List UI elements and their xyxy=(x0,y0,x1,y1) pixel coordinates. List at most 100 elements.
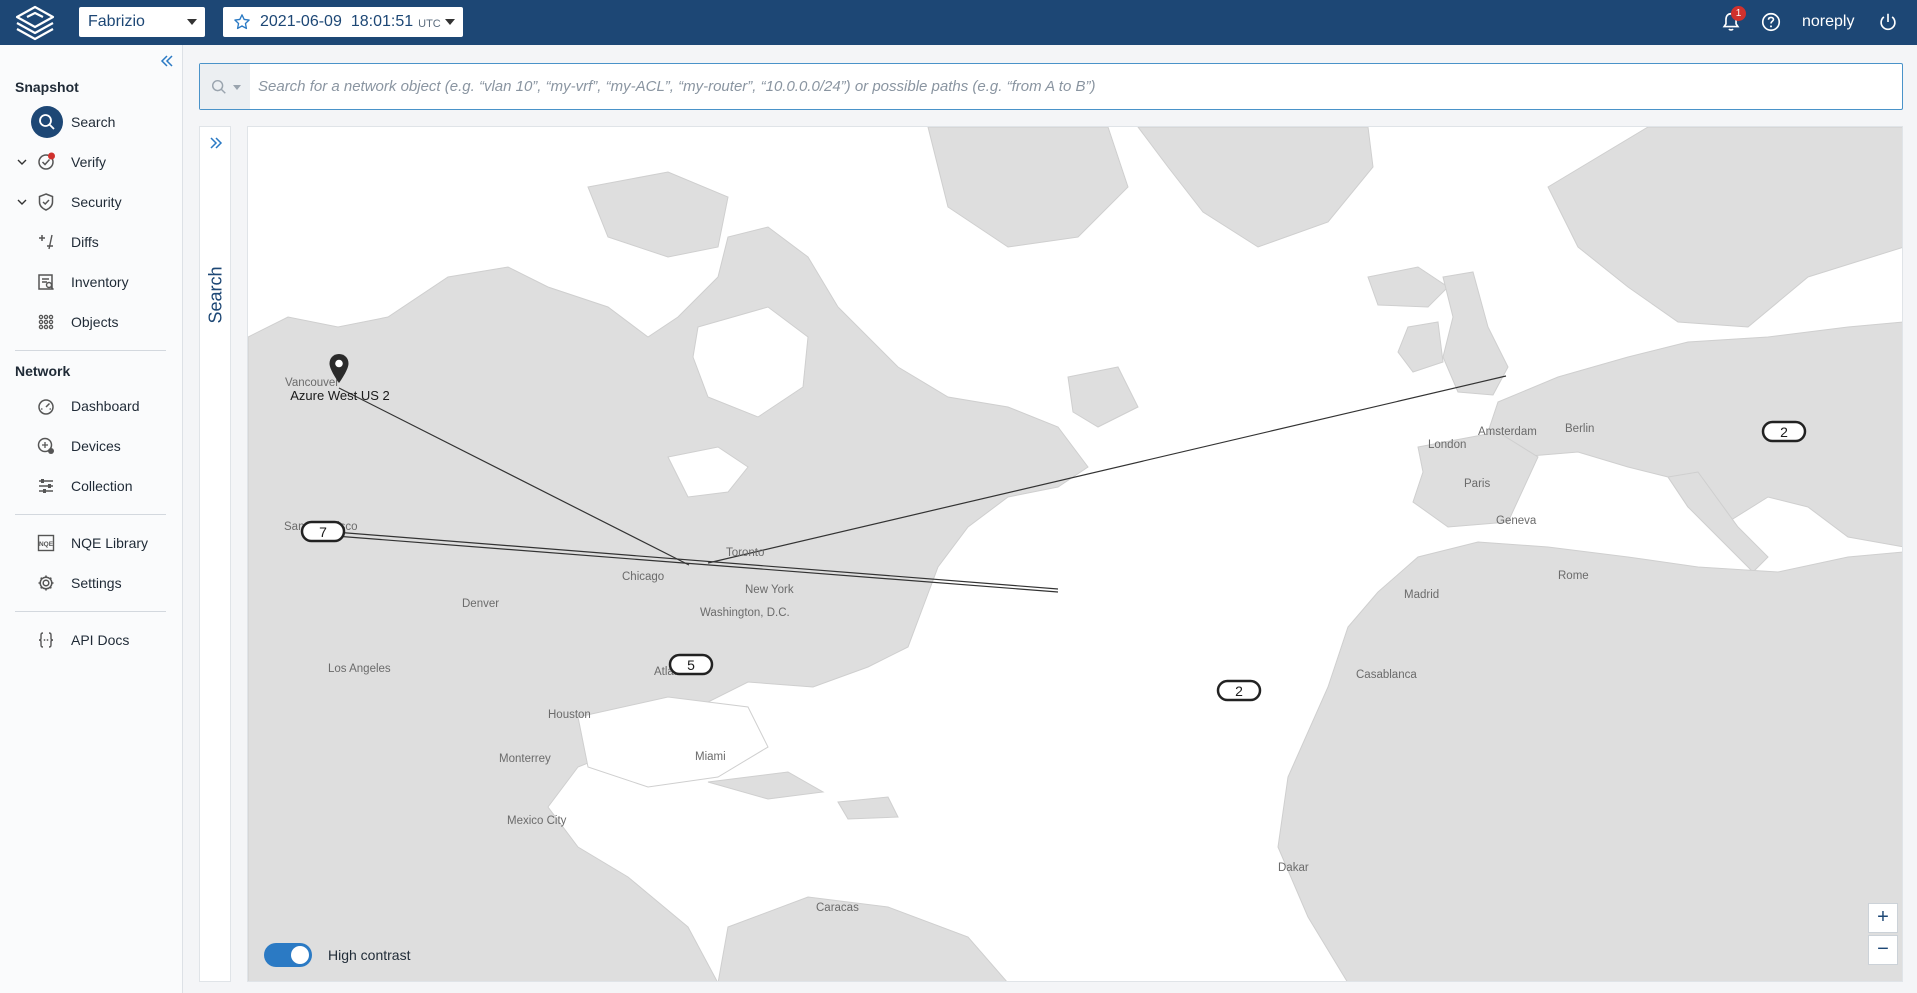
cluster-marker-sf[interactable]: 7 xyxy=(300,520,348,544)
sidebar-item-settings[interactable]: Settings xyxy=(0,565,182,601)
notification-badge: 1 xyxy=(1731,6,1746,21)
land-hispaniola xyxy=(837,796,899,820)
zoom-in-button[interactable]: + xyxy=(1868,903,1898,933)
chevron-down-icon[interactable] xyxy=(16,196,28,208)
code-braces-icon xyxy=(38,632,54,648)
land-baffin xyxy=(927,127,1129,248)
zoom-out-button[interactable]: − xyxy=(1868,935,1898,965)
shield-icon xyxy=(38,193,54,211)
sidebar-item-label: Diffs xyxy=(71,234,99,250)
top-bar: Fabrizio 2021-06-09 18:01:51 UTC 1 norep… xyxy=(0,0,1917,45)
land-ireland xyxy=(1397,321,1444,373)
sidebar-item-label: NQE Library xyxy=(71,535,149,551)
sidebar-item-label: Search xyxy=(71,114,116,130)
land-newfoundland xyxy=(1067,366,1139,428)
cluster-count: 2 xyxy=(1235,683,1243,699)
sidebar-item-objects[interactable]: Objects xyxy=(0,304,182,340)
cluster-count: 2 xyxy=(1780,424,1788,440)
section-title-network: Network xyxy=(15,363,71,379)
sidebar-item-label: Security xyxy=(71,194,122,210)
grid-icon xyxy=(38,314,54,330)
sidebar-item-label: API Docs xyxy=(71,632,130,648)
sidebar-item-collection[interactable]: Collection xyxy=(0,468,182,504)
username[interactable]: noreply xyxy=(1802,13,1854,31)
cluster-marker-atlanta[interactable]: 5 xyxy=(668,653,716,677)
land-south-america xyxy=(717,896,1007,981)
sidebar-item-devices[interactable]: Devices xyxy=(0,428,182,464)
snapshot-timezone: UTC xyxy=(418,17,441,30)
snapshot-date: 2021-06-09 xyxy=(260,13,342,30)
land-cuba xyxy=(707,771,825,800)
sidebar-item-dashboard[interactable]: Dashboard xyxy=(0,388,182,424)
search-bar xyxy=(199,63,1903,110)
chevron-down-icon xyxy=(445,19,455,25)
land-scandinavia xyxy=(1547,127,1902,328)
network-map[interactable]: Vancouver San Francisco Los Angeles Denv… xyxy=(247,126,1903,982)
sidebar-item-label: Verify xyxy=(71,154,107,170)
sidebar-item-security[interactable]: Security xyxy=(0,184,182,220)
sidebar-item-api-docs[interactable]: API Docs xyxy=(0,622,182,658)
land-iberia xyxy=(1412,431,1539,528)
snapshot-time: 18:01:51 xyxy=(350,13,414,30)
expand-panel-icon[interactable] xyxy=(208,135,224,151)
sidebar-item-label: Dashboard xyxy=(71,398,140,414)
map-canvas[interactable] xyxy=(248,127,1903,982)
land-arctic-islands xyxy=(587,171,729,258)
land-iceland xyxy=(1367,266,1449,308)
sidebar: Snapshot Search Verify Security Diffs In… xyxy=(0,45,183,993)
land-africa xyxy=(1277,541,1902,981)
nqe-library-icon: NQE xyxy=(37,534,55,552)
devices-icon xyxy=(37,437,54,454)
forward-networks-logo-icon[interactable] xyxy=(14,4,56,42)
star-icon[interactable] xyxy=(233,13,251,31)
network-select[interactable]: Fabrizio xyxy=(79,7,205,37)
land-great-britain xyxy=(1442,271,1509,396)
land-greenland xyxy=(1137,127,1374,248)
dashboard-icon xyxy=(38,399,54,415)
cluster-count: 5 xyxy=(687,657,695,673)
snapshot-select[interactable]: 2021-06-09 18:01:51 UTC xyxy=(223,7,463,37)
sidebar-item-inventory[interactable]: Inventory xyxy=(0,264,182,300)
cluster-marker-atlantic[interactable]: 2 xyxy=(1216,679,1264,703)
search-icon xyxy=(211,79,226,94)
search-options-button[interactable] xyxy=(200,64,250,109)
sidebar-item-verify[interactable]: Verify xyxy=(0,144,182,180)
search-tab-label: Search xyxy=(205,266,226,324)
sidebar-item-label: Collection xyxy=(71,478,133,494)
chevron-down-icon xyxy=(233,85,241,90)
collapse-sidebar-icon[interactable] xyxy=(159,53,175,69)
cluster-count: 7 xyxy=(319,524,327,540)
divider xyxy=(15,514,166,515)
power-icon[interactable] xyxy=(1877,11,1899,33)
high-contrast-label: High contrast xyxy=(328,947,411,963)
sidebar-item-label: Inventory xyxy=(71,274,129,290)
search-icon xyxy=(39,114,55,130)
water-gulf-of-mexico xyxy=(577,696,769,788)
divider xyxy=(15,611,166,612)
divider xyxy=(15,350,166,351)
search-panel-tab[interactable]: Search xyxy=(199,126,231,982)
help-icon[interactable] xyxy=(1760,11,1782,33)
sidebar-item-nqe-library[interactable]: NQE NQE Library xyxy=(0,525,182,561)
location-pin-icon[interactable] xyxy=(328,353,350,385)
cluster-marker-paris[interactable]: 2 xyxy=(1761,420,1809,444)
sidebar-item-search[interactable]: Search xyxy=(0,104,182,140)
search-input[interactable] xyxy=(258,64,1888,109)
gear-icon xyxy=(38,575,54,591)
sidebar-item-label: Devices xyxy=(71,438,121,454)
chevron-down-icon[interactable] xyxy=(16,156,28,168)
sidebar-item-diffs[interactable]: Diffs xyxy=(0,224,182,260)
inventory-icon xyxy=(38,274,54,290)
section-title-snapshot: Snapshot xyxy=(15,79,79,95)
chevron-down-icon xyxy=(187,19,197,25)
high-contrast-toggle[interactable] xyxy=(264,943,312,967)
toggle-knob xyxy=(291,946,309,964)
sliders-icon xyxy=(39,479,53,493)
diff-icon xyxy=(39,234,53,250)
land-north-america xyxy=(248,226,1089,981)
verify-icon xyxy=(38,152,55,170)
network-name: Fabrizio xyxy=(88,13,145,30)
sidebar-item-label: Settings xyxy=(71,575,122,591)
svg-text:NQE: NQE xyxy=(39,541,54,548)
sidebar-item-label: Objects xyxy=(71,314,119,330)
